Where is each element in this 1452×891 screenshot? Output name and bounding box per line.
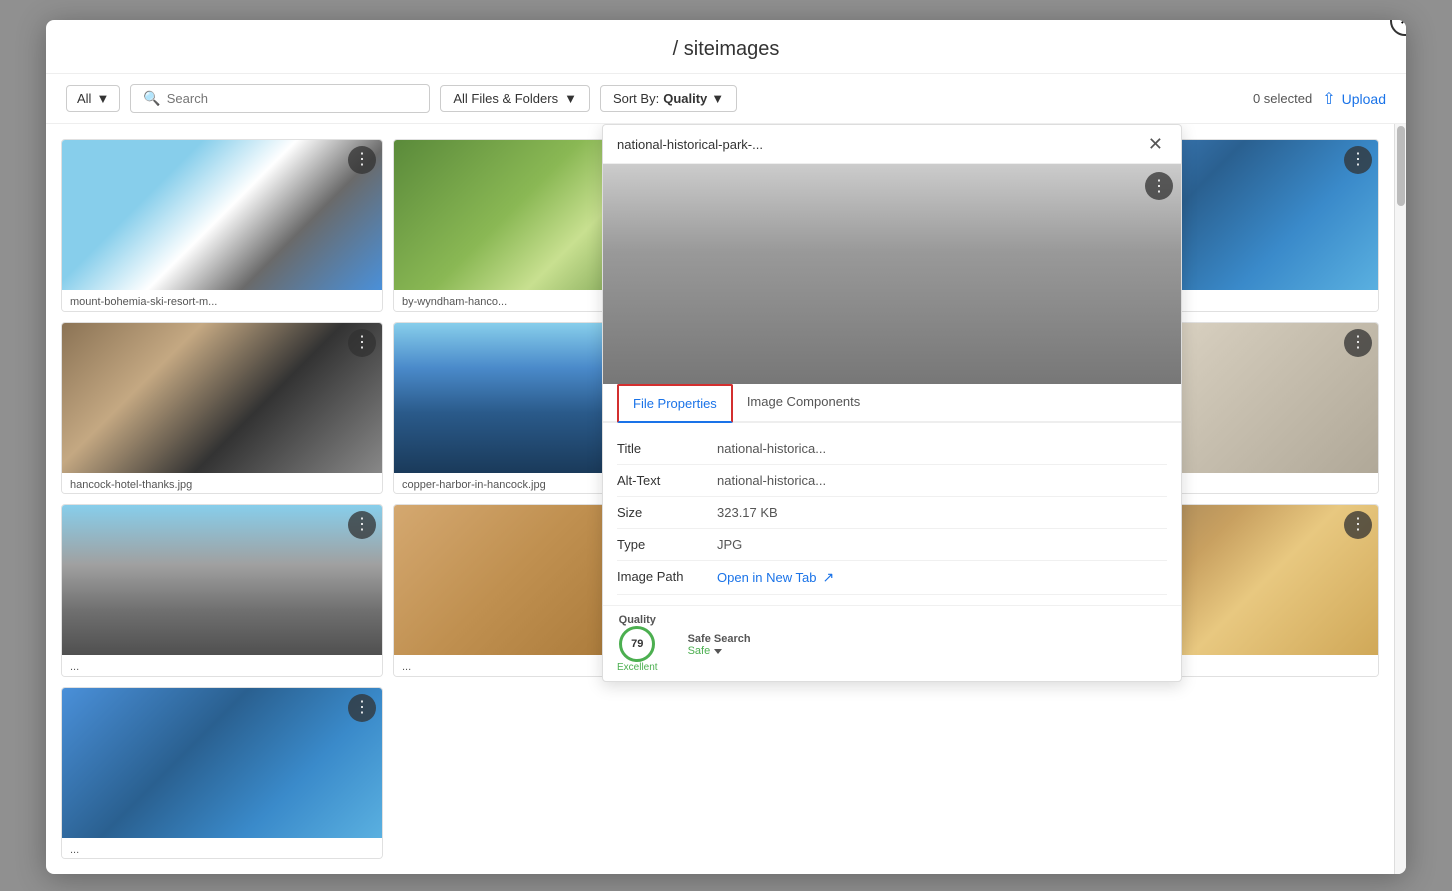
open-in-new-tab-link[interactable]: Open in New Tab	[717, 570, 817, 585]
image-thumbnail	[62, 505, 382, 655]
image-card: ⋮ mount-bohemia-ski-resort-m... Quality …	[61, 139, 383, 312]
sort-label: Sort By:	[613, 91, 659, 106]
panel-safe-search-value[interactable]: Safe	[688, 645, 751, 657]
image-card: ⋮ hancock-hotel-thanks.jpg Quality 83 Ex…	[61, 322, 383, 495]
panel-image-menu-button[interactable]: ⋮	[1145, 172, 1173, 200]
panel-close-button[interactable]: ✕	[1144, 135, 1167, 153]
card-footer: ... Quality 77 Excellent ▼ Safe Search S…	[62, 838, 382, 860]
panel-quality-text: Excellent	[617, 662, 658, 673]
image-menu-button[interactable]: ⋮	[348, 511, 376, 539]
image-menu-button[interactable]: ⋮	[348, 146, 376, 174]
panel-safe-search-label: Safe Search	[688, 633, 751, 645]
card-footer: mount-bohemia-ski-resort-m... Quality 99…	[62, 290, 382, 312]
card-footer: hancock-hotel-thanks.jpg Quality 83 Exce…	[62, 473, 382, 495]
panel-image-preview: ⋮	[603, 164, 1181, 384]
scrollbar[interactable]	[1394, 124, 1406, 874]
search-box: 🔍	[130, 84, 430, 113]
panel-tabs: File Properties Image Components	[603, 384, 1181, 423]
card-filename: hancock-hotel-thanks.jpg	[70, 479, 374, 491]
files-chevron-icon: ▼	[564, 91, 577, 106]
image-thumbnail-wrap[interactable]: ⋮	[62, 688, 382, 838]
image-card: ⋮ ... Quality 76 Excellent ▼ Safe Search…	[61, 504, 383, 677]
modal-container: × / siteimages All ▼ 🔍 All Files & Folde…	[46, 20, 1406, 874]
card-filename: ...	[70, 844, 374, 856]
panel-quality-circle: 79	[619, 626, 655, 662]
props-key: Alt-Text	[617, 473, 717, 488]
props-row: Title national-historica...	[617, 433, 1167, 465]
toolbar: All ▼ 🔍 All Files & Folders ▼ Sort By: Q…	[46, 74, 1406, 124]
sort-chevron-icon: ▼	[711, 91, 724, 106]
card-filename: ...	[70, 661, 374, 673]
filter-chevron-icon: ▼	[96, 91, 109, 106]
search-input[interactable]	[167, 91, 418, 106]
image-thumbnail-wrap[interactable]: ⋮	[62, 140, 382, 290]
card-footer: ... Quality 76 Excellent ▼ Safe Search S…	[62, 655, 382, 677]
scroll-thumb[interactable]	[1397, 126, 1405, 206]
props-value: national-historica...	[717, 473, 826, 488]
props-row: Type JPG	[617, 529, 1167, 561]
props-value: 323.17 KB	[717, 505, 778, 520]
modal-title: / siteimages	[46, 20, 1406, 74]
panel-header: national-historical-park-... ✕	[603, 125, 1181, 164]
image-menu-button[interactable]: ⋮	[348, 329, 376, 357]
panel-safe-row: Quality 79 Excellent Safe Search Safe	[603, 605, 1181, 681]
image-thumbnail-wrap[interactable]: ⋮	[62, 505, 382, 655]
props-key: Image Path	[617, 569, 717, 584]
upload-label: Upload	[1342, 91, 1386, 107]
panel-quality-score: 79	[631, 638, 643, 650]
sort-button[interactable]: Sort By: Quality ▼	[600, 85, 737, 112]
files-folders-label: All Files & Folders	[453, 91, 558, 106]
props-key: Title	[617, 441, 717, 456]
all-filter-label: All	[77, 91, 91, 106]
image-thumbnail-wrap[interactable]: ⋮	[62, 323, 382, 473]
panel-safe-search-section: Safe Search Safe	[688, 630, 751, 657]
tab-image-components[interactable]: Image Components	[733, 384, 874, 423]
panel-quality-label: Quality	[619, 614, 656, 626]
panel-title: national-historical-park-...	[617, 137, 763, 152]
image-menu-button[interactable]: ⋮	[1344, 146, 1372, 174]
files-folders-button[interactable]: All Files & Folders ▼	[440, 85, 590, 112]
tab-file-properties[interactable]: File Properties	[617, 384, 733, 423]
panel-safe-search-chevron	[714, 649, 722, 654]
image-menu-button[interactable]: ⋮	[1344, 329, 1372, 357]
panel-safe-search-text: Safe	[688, 645, 711, 657]
props-row: Size 323.17 KB	[617, 497, 1167, 529]
grid-container: ⋮ mount-bohemia-ski-resort-m... Quality …	[46, 124, 1406, 874]
image-thumbnail	[62, 140, 382, 290]
props-value: JPG	[717, 537, 742, 552]
props-row: Image Path Open in New Tab ↗	[617, 561, 1167, 595]
image-menu-button[interactable]: ⋮	[1344, 511, 1372, 539]
panel-quality-section: Quality 79 Excellent	[617, 614, 658, 673]
image-thumbnail	[62, 688, 382, 838]
props-key: Type	[617, 537, 717, 552]
image-menu-button[interactable]: ⋮	[348, 694, 376, 722]
props-key: Size	[617, 505, 717, 520]
external-link-icon: ↗	[823, 569, 835, 586]
props-row: Alt-Text national-historica...	[617, 465, 1167, 497]
sort-value: Quality	[663, 91, 707, 106]
upload-icon: ⇧	[1322, 89, 1335, 109]
image-card: ⋮ ... Quality 77 Excellent ▼ Safe Search…	[61, 687, 383, 860]
all-filter-button[interactable]: All ▼	[66, 85, 120, 112]
search-icon: 🔍	[143, 90, 160, 107]
modal-overlay: × / siteimages All ▼ 🔍 All Files & Folde…	[0, 0, 1452, 891]
file-properties-panel: national-historical-park-... ✕ ⋮ File Pr…	[602, 124, 1182, 682]
props-value: national-historica...	[717, 441, 826, 456]
image-thumbnail	[62, 323, 382, 473]
selected-count: 0 selected	[1253, 91, 1312, 106]
card-filename: mount-bohemia-ski-resort-m...	[70, 296, 374, 308]
properties-table: Title national-historica... Alt-Text nat…	[603, 423, 1181, 605]
props-value: Open in New Tab ↗	[717, 569, 834, 586]
upload-button[interactable]: ⇧ Upload	[1322, 89, 1386, 109]
